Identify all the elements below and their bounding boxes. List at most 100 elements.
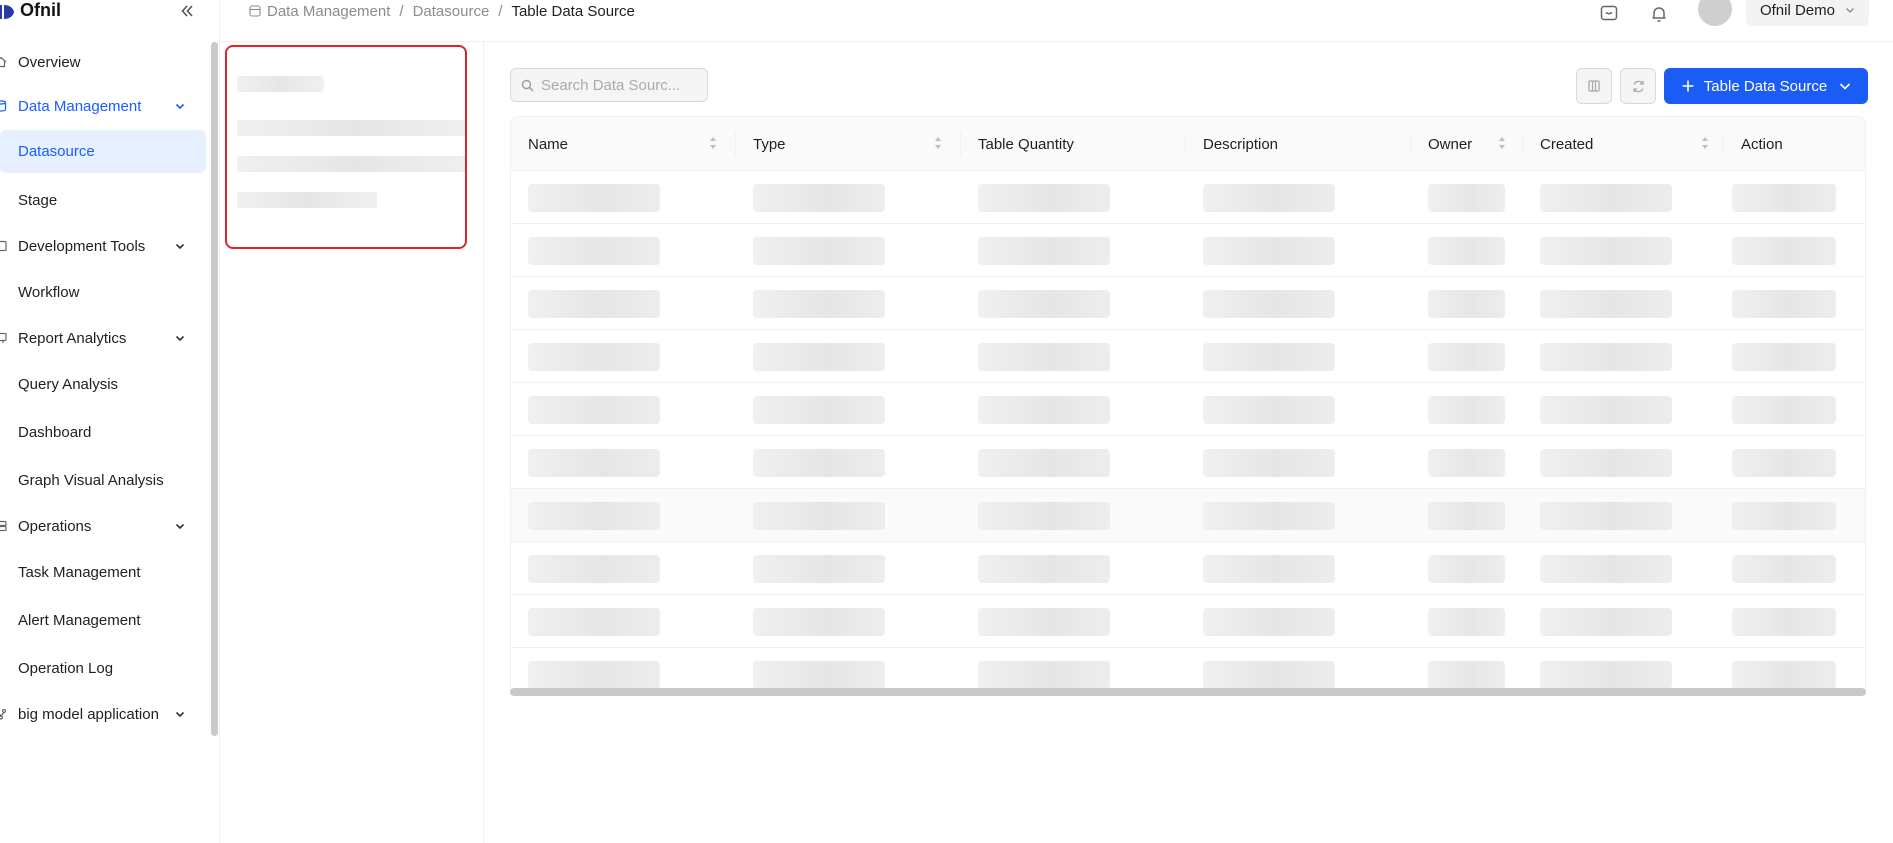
sort-icon[interactable]: [1498, 134, 1506, 152]
sidebar-group-report-analytics[interactable]: Report Analytics: [0, 316, 210, 360]
column-header-description[interactable]: Description: [1203, 117, 1278, 171]
skeleton-cell: [753, 290, 885, 318]
skeleton-cell: [528, 396, 660, 424]
sidebar-item-label: Datasource: [18, 143, 95, 160]
table-row[interactable]: [511, 489, 1865, 542]
sidebar-item-label: Development Tools: [18, 237, 146, 255]
sidebar-item-label: Overview: [18, 53, 81, 71]
skeleton-cell: [1732, 555, 1836, 583]
column-header-label: Name: [528, 135, 569, 153]
column-header-table-quantity[interactable]: Table Quantity: [978, 117, 1074, 171]
skeleton-cell: [978, 608, 1110, 636]
home-icon: [0, 56, 7, 68]
table-horizontal-scrollbar[interactable]: [510, 688, 1866, 696]
skeleton-cell: [753, 449, 885, 477]
database-icon: [0, 100, 7, 112]
sort-icon[interactable]: [934, 134, 942, 152]
sidebar-item-task-management[interactable]: Task Management: [0, 548, 210, 596]
brand[interactable]: Ofnil: [0, 0, 61, 24]
sidebar-item-workflow[interactable]: Workflow: [0, 268, 210, 316]
skeleton-cell: [978, 502, 1110, 530]
sidebar-scrollbar[interactable]: [211, 42, 218, 736]
skeleton-cell: [1732, 396, 1836, 424]
skeleton-cell: [528, 237, 660, 265]
table-row[interactable]: [511, 436, 1865, 489]
skeleton-cell: [1732, 661, 1836, 689]
table-row[interactable]: [511, 171, 1865, 224]
table-row[interactable]: [511, 330, 1865, 383]
sidebar-item-query-analysis[interactable]: Query Analysis: [0, 360, 210, 408]
breadcrumb-datasource[interactable]: Datasource: [413, 3, 490, 20]
search-input[interactable]: [541, 76, 691, 94]
skeleton-cell: [753, 184, 885, 212]
column-header-owner[interactable]: Owner: [1428, 117, 1472, 171]
sidebar-group-data-management[interactable]: Data Management: [0, 84, 210, 128]
brand-name: Ofnil: [20, 0, 61, 20]
table-header: Name Type Table Quantity Description Own…: [511, 117, 1865, 171]
column-divider: [1410, 133, 1411, 155]
table-row[interactable]: [511, 542, 1865, 595]
sidebar-item-operation-log[interactable]: Operation Log: [0, 644, 210, 692]
column-header-label: Type: [753, 135, 786, 153]
column-header-label: Owner: [1428, 135, 1473, 153]
skeleton-cell: [1203, 502, 1335, 530]
sidebar-item-overview[interactable]: Overview: [0, 40, 210, 84]
user-menu-button[interactable]: Ofnil Demo: [1745, 0, 1869, 26]
breadcrumb-data-management[interactable]: Data Management: [267, 3, 390, 20]
avatar[interactable]: [1697, 0, 1732, 26]
sidebar-item-label: Query Analysis: [18, 375, 119, 393]
skeleton-cell: [1203, 608, 1335, 636]
column-divider: [1522, 133, 1523, 155]
sidebar-item-stage[interactable]: Stage: [0, 176, 210, 224]
collapse-sidebar-button[interactable]: [176, 0, 198, 22]
table-row[interactable]: [511, 277, 1865, 330]
table-row[interactable]: [511, 595, 1865, 648]
sidebar-group-big-model-application[interactable]: big model application: [0, 692, 210, 736]
table-row[interactable]: [511, 224, 1865, 277]
sidebar-item-label: Stage: [18, 191, 58, 209]
sidebar-item-graph-visual-analysis[interactable]: Graph Visual Analysis: [0, 456, 210, 504]
skeleton-cell: [1428, 184, 1505, 212]
column-settings-button[interactable]: [1576, 68, 1612, 104]
skeleton-cell: [1203, 555, 1335, 583]
table-row[interactable]: [511, 383, 1865, 436]
column-header-label: Action: [1741, 135, 1783, 153]
column-header-created[interactable]: Created: [1540, 117, 1593, 171]
column-header-name[interactable]: Name: [528, 117, 568, 171]
skeleton-cell: [978, 661, 1110, 689]
skeleton-cell: [1428, 290, 1505, 318]
skeleton-cell: [753, 343, 885, 371]
skeleton-cell: [753, 502, 885, 530]
chevron-down-icon: [175, 523, 185, 530]
sidebar-group-operations[interactable]: Operations: [0, 504, 210, 548]
sort-icon[interactable]: [709, 134, 717, 152]
chevron-down-icon: [175, 243, 185, 250]
skeleton-cell: [753, 608, 885, 636]
sidebar-item-alert-management[interactable]: Alert Management: [0, 596, 210, 644]
skeleton-cell: [1540, 555, 1672, 583]
sort-icon[interactable]: [1701, 134, 1709, 152]
skeleton-cell: [978, 396, 1110, 424]
chat-button[interactable]: [1598, 3, 1620, 25]
sidebar-item-dashboard[interactable]: Dashboard: [0, 408, 210, 456]
column-header-label: Created: [1540, 135, 1594, 153]
column-header-type[interactable]: Type: [753, 117, 786, 171]
sidebar-item-label: Operations: [18, 517, 92, 535]
add-table-data-source-button[interactable]: Table Data Source: [1664, 68, 1868, 104]
skeleton-cell: [1540, 608, 1672, 636]
refresh-button[interactable]: [1620, 68, 1656, 104]
search-box[interactable]: [510, 68, 708, 102]
database-icon: [249, 5, 261, 17]
breadcrumb-separator: /: [498, 2, 503, 20]
notifications-button[interactable]: [1648, 3, 1670, 25]
ofnil-logo-icon: [0, 5, 14, 19]
code-icon: [0, 240, 7, 252]
column-divider: [1185, 133, 1186, 155]
column-divider: [735, 133, 736, 155]
skeleton-cell: [528, 608, 660, 636]
sidebar-group-development-tools[interactable]: Development Tools: [0, 224, 210, 268]
main-content: Table Data Source Name Type Table Quanti…: [484, 42, 1893, 843]
sidebar-item-datasource[interactable]: Datasource: [0, 130, 206, 173]
header-actions: Ofnil Demo: [1598, 0, 1893, 28]
skeleton-cell: [1540, 237, 1672, 265]
